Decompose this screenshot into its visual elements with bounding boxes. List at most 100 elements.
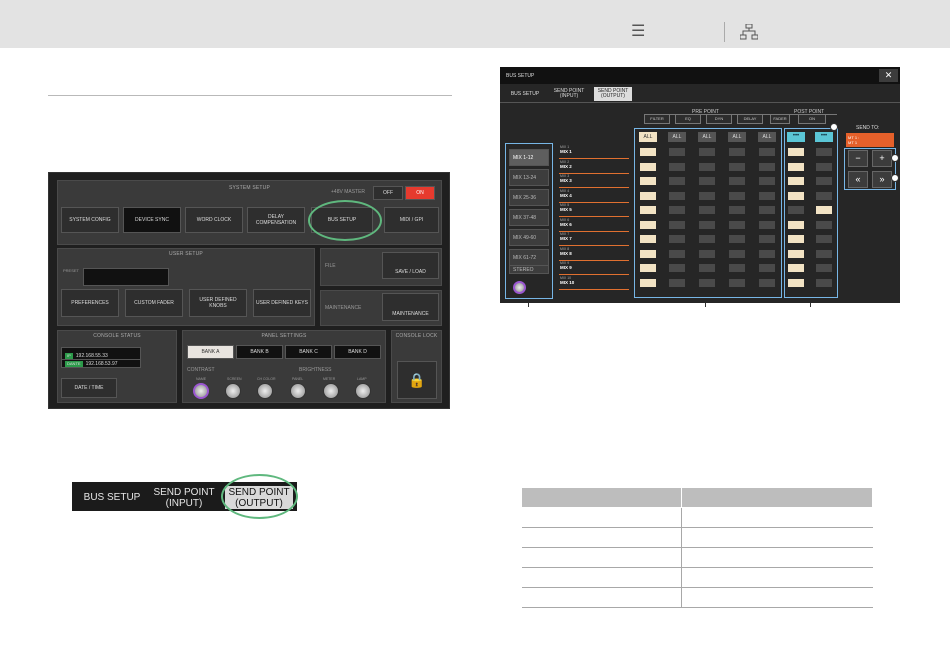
- brightness-label: BRIGHTNESS: [299, 367, 332, 373]
- bank-d-button[interactable]: BANK D: [334, 345, 381, 359]
- sitemap-icon[interactable]: [739, 23, 759, 44]
- tab-label-line2: (OUTPUT): [601, 93, 625, 99]
- table-cell: [521, 587, 682, 608]
- phantom-off-button[interactable]: OFF: [373, 186, 403, 200]
- device-sync-button[interactable]: DEVICE SYNC: [123, 207, 181, 233]
- send-to-highlight: [844, 148, 896, 190]
- mix-name: MIX 9: [560, 265, 572, 270]
- tab-bus-setup[interactable]: BUS SETUP: [78, 486, 146, 509]
- tab-divider: [500, 102, 900, 103]
- table-row: [521, 507, 873, 528]
- mix-row: MIX 6 MIX 6: [559, 218, 629, 232]
- toolbar-divider: [724, 22, 725, 42]
- parameter-table: [521, 487, 873, 608]
- mix-name: MIX 1: [560, 149, 572, 154]
- highlight-circle: [221, 474, 298, 519]
- mix-name: MIX 3: [560, 178, 572, 183]
- dante-tag: DANTE: [65, 360, 83, 367]
- table-row: [521, 527, 873, 548]
- table-row: [521, 547, 873, 568]
- word-clock-button[interactable]: WORD CLOCK: [185, 207, 243, 233]
- knob-label-name: NAME: [196, 377, 207, 381]
- bank-c-button[interactable]: BANK C: [285, 345, 332, 359]
- console-lock-title: CONSOLE LOCK: [395, 333, 438, 339]
- delay-compensation-button[interactable]: DELAY COMPENSATION: [247, 207, 305, 233]
- eq-box: EQ: [675, 114, 701, 124]
- on-box: ON: [798, 114, 826, 124]
- date-time-button[interactable]: DATE / TIME: [61, 378, 117, 398]
- callout-line: [705, 303, 706, 307]
- knob-label-lamp: LAMP: [357, 377, 367, 381]
- dyn-box: DYN: [706, 114, 732, 124]
- top-toolbar: ☰: [0, 0, 950, 48]
- maintenance-button[interactable]: MAINTENANCE: [382, 293, 439, 321]
- user-defined-keys-button[interactable]: USER DEFINED KEYS: [253, 289, 311, 317]
- ch-color-knob[interactable]: [257, 383, 273, 399]
- send-to-value: MT 1: [848, 140, 858, 145]
- panel-settings-title: PANEL SETTINGS: [261, 333, 307, 339]
- toc-icon[interactable]: ☰: [631, 24, 645, 40]
- lock-icon[interactable]: 🔒: [397, 361, 437, 399]
- send-to-label: SEND TO:: [856, 125, 880, 131]
- table-cell: [681, 587, 873, 608]
- table-header-row: [521, 487, 873, 508]
- dante-address: 192.168.53.97: [85, 360, 118, 367]
- tab-send-point-output[interactable]: SEND POINT (OUTPUT): [594, 87, 632, 101]
- mix-name: MIX 10: [560, 280, 575, 285]
- mix-row: MIX 3 MIX 3: [559, 174, 629, 188]
- knob-label-meter: METER: [323, 377, 336, 381]
- system-config-button[interactable]: SYSTEM CONFIG: [61, 207, 119, 233]
- callout-marker: [830, 123, 838, 131]
- table-header-cell: [521, 487, 682, 508]
- mix-name: MIX 8: [560, 251, 572, 256]
- mix-row: MIX 5 MIX 5: [559, 203, 629, 217]
- table-row: [521, 567, 873, 588]
- table-cell: [521, 527, 682, 548]
- preset-field[interactable]: [83, 268, 169, 286]
- tab-send-point-input[interactable]: SEND POINT (INPUT): [150, 486, 218, 509]
- save-load-button[interactable]: SAVE / LOAD: [382, 252, 439, 279]
- contrast-knob[interactable]: [193, 383, 209, 399]
- mix-name: MIX 6: [560, 222, 572, 227]
- custom-fader-button[interactable]: CUSTOM FADER: [125, 289, 183, 317]
- preset-label: PRESET: [63, 268, 80, 273]
- panel-knob[interactable]: [290, 383, 306, 399]
- highlight-circle: [308, 200, 382, 241]
- screen-knob[interactable]: [225, 383, 241, 399]
- mix-name: MIX 7: [560, 236, 572, 241]
- user-defined-knobs-button[interactable]: USER DEFINED KNOBS: [189, 289, 247, 317]
- preferences-button[interactable]: PREFERENCES: [61, 289, 119, 317]
- mix-row: MIX 4 MIX 4: [559, 189, 629, 203]
- contrast-label: CONTRAST: [187, 367, 215, 373]
- mix-selector-highlight: [505, 143, 553, 299]
- plus48v-label: +48V MASTER: [331, 189, 366, 195]
- bank-a-button[interactable]: BANK A: [187, 345, 234, 359]
- filter-box: FILTER: [644, 114, 670, 124]
- callout-marker: [891, 174, 899, 182]
- mix-row: MIX 9 MIX 9: [559, 261, 629, 275]
- system-setup-screen: SYSTEM SETUP +48V MASTER OFF ON SYSTEM C…: [48, 172, 450, 409]
- knob-label-screen: SCREEN: [227, 377, 242, 381]
- tab-label-line1: SEND POINT: [153, 486, 215, 498]
- tab-send-point-input[interactable]: SEND POINT (INPUT): [550, 87, 588, 101]
- close-button[interactable]: ✕: [879, 69, 898, 82]
- file-label: FILE: [325, 263, 336, 269]
- table-header-cell: [681, 487, 873, 508]
- table-cell: [681, 527, 873, 548]
- fader-box: FADER: [770, 114, 790, 124]
- callout-line: [810, 303, 811, 307]
- tab-label-line2: (INPUT): [559, 93, 579, 99]
- bus-setup-window: BUS SETUP ✕ BUS SETUP SEND POINT (INPUT)…: [500, 67, 900, 303]
- meter-knob[interactable]: [323, 383, 339, 399]
- phantom-on-button[interactable]: ON: [405, 186, 435, 200]
- callout-marker: [891, 154, 899, 162]
- post-point-highlight: [784, 128, 838, 298]
- section-divider: [48, 95, 452, 96]
- tab-bus-setup[interactable]: BUS SETUP: [506, 87, 544, 101]
- send-to-display: MT 1 : MT 1: [846, 133, 894, 147]
- midi-gpi-button[interactable]: MIDI / GPI: [384, 207, 439, 233]
- mix-name: MIX 2: [560, 164, 572, 169]
- bank-b-button[interactable]: BANK B: [236, 345, 283, 359]
- knob-label-panel: PANEL: [292, 377, 304, 381]
- lamp-knob[interactable]: [355, 383, 371, 399]
